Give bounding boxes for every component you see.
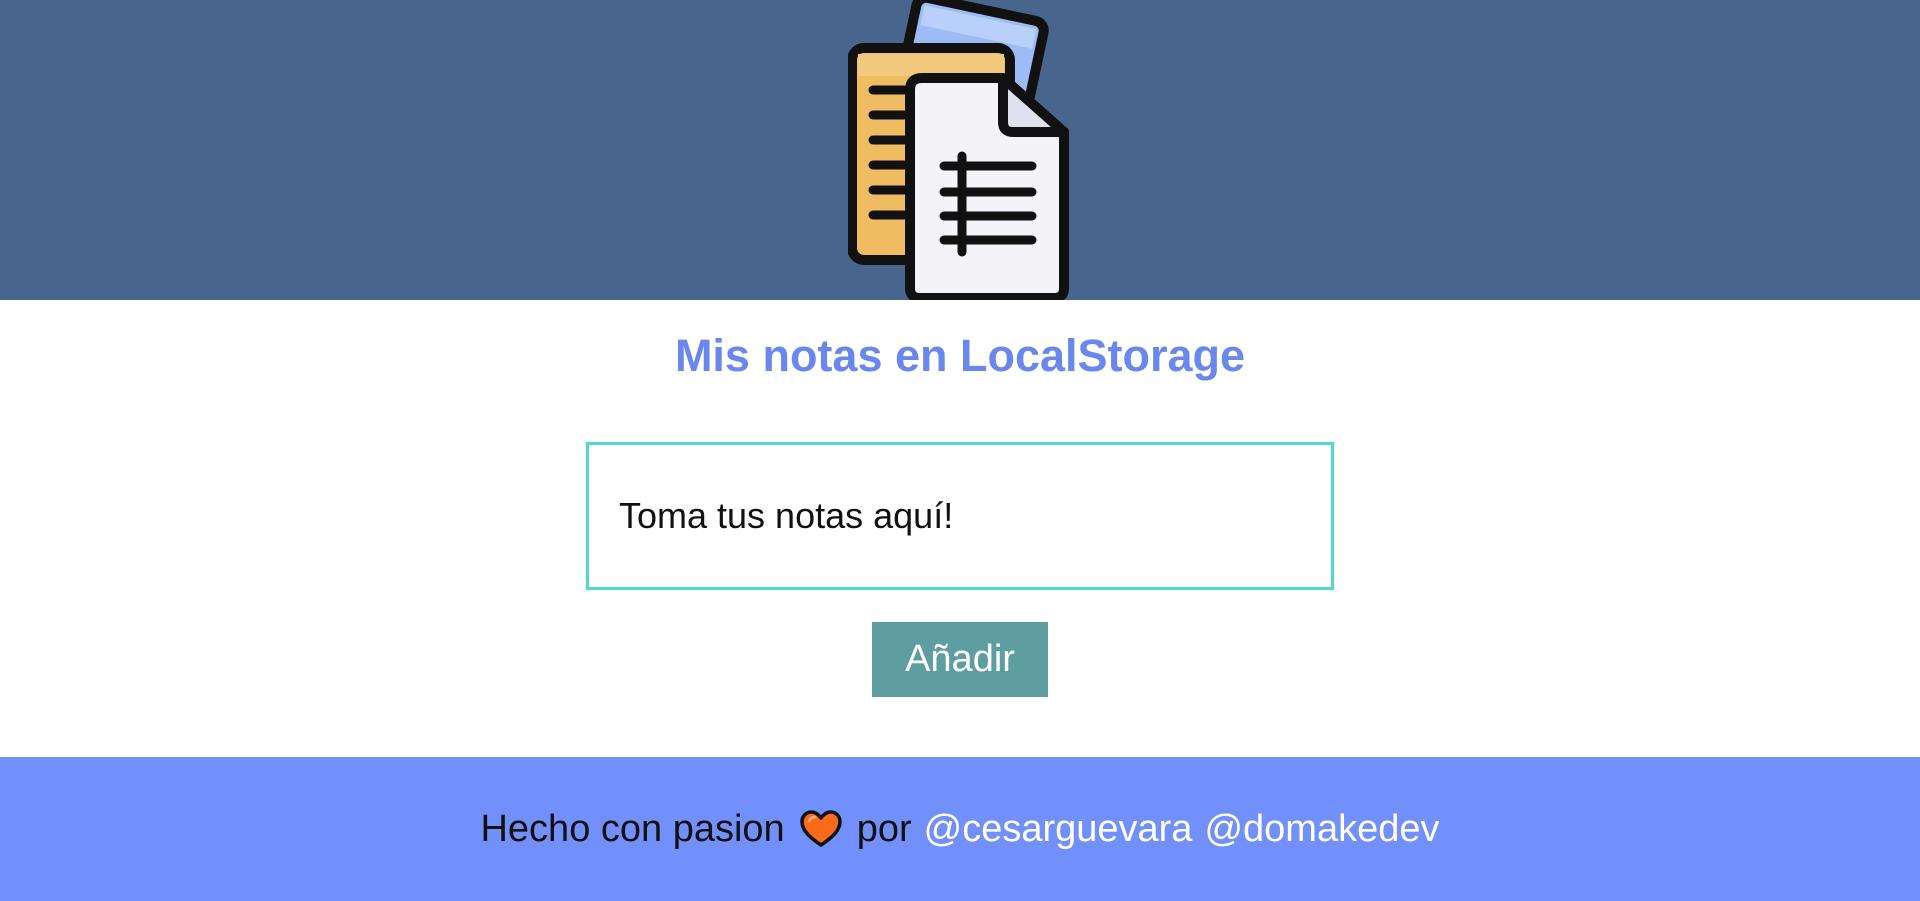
footer: Hecho con pasion por @cesarguevara @doma… — [0, 757, 1920, 901]
header-banner — [0, 0, 1920, 300]
page-title: Mis notas en LocalStorage — [674, 330, 1246, 381]
author-link-cesarguevara[interactable]: @cesarguevara — [924, 808, 1193, 851]
documents-icon — [848, 0, 1069, 300]
heart-icon — [799, 810, 842, 847]
footer-por-text: por — [856, 807, 912, 850]
add-note-button[interactable]: Añadir — [872, 622, 1048, 697]
author-link-domakedev[interactable]: @domakedev — [1204, 808, 1439, 851]
note-input[interactable] — [586, 442, 1334, 590]
footer-text: Hecho con pasion — [480, 807, 785, 850]
